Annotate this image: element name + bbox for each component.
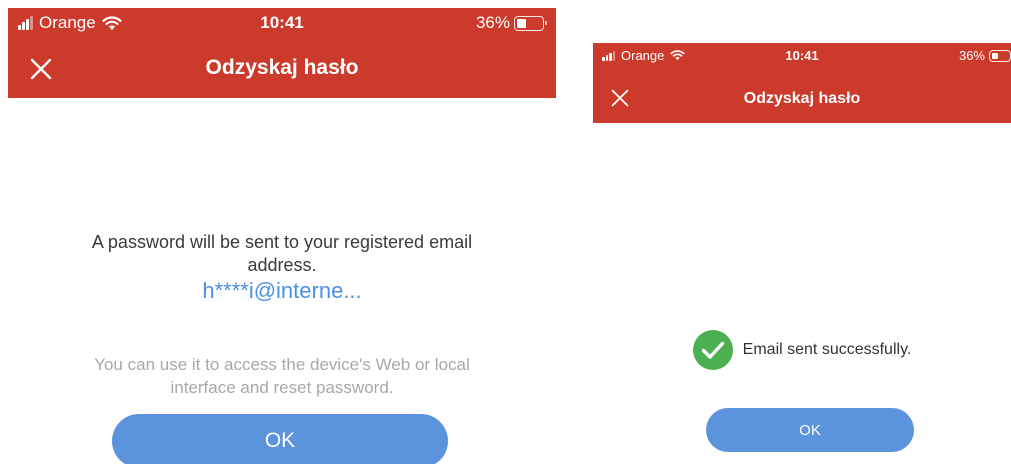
ok-button[interactable]: OK (112, 414, 448, 464)
page-title: Odzyskaj hasło (743, 90, 861, 107)
battery-group: 36% (475, 13, 547, 33)
page-title: Odzyskaj hasło (205, 56, 359, 79)
app-header: Orange 10:41 36% Odzyskaj hasło (593, 43, 1011, 123)
nav-bar: Odzyskaj hasło (8, 48, 556, 88)
battery-icon (989, 49, 1011, 62)
recover-password-screen: Orange 10:41 36% Odzyskaj hasło A passwo… (8, 8, 556, 464)
instruction-text: A password will be sent to your register… (8, 231, 556, 277)
masked-email: h****i@interne... (202, 278, 362, 303)
success-text: Email sent successfully. (742, 341, 912, 358)
close-icon[interactable] (611, 89, 629, 107)
status-time: 10:41 (260, 13, 304, 32)
screenshot-canvas: Orange 10:41 36% Odzyskaj hasło A passwo… (0, 0, 1011, 464)
close-icon[interactable] (30, 58, 52, 80)
instruction-text-content: A password will be sent to your register… (91, 232, 473, 275)
nav-bar: Odzyskaj hasło (593, 81, 1011, 117)
battery-percent: 36% (475, 13, 510, 32)
app-header: Orange 10:41 36% Odzyskaj hasło (8, 8, 556, 98)
battery-percent: 36% (958, 48, 985, 63)
email-sent-screen: Orange 10:41 36% Odzyskaj hasło Email se… (593, 43, 1011, 464)
success-message: Email sent successfully. (593, 330, 1011, 370)
hint-text: You can use it to access the device's We… (8, 353, 556, 399)
battery-fill (517, 18, 526, 28)
ok-button[interactable]: OK (706, 408, 914, 452)
status-bar: Orange 10:41 36% (8, 8, 556, 36)
status-bar: Orange 10:41 36% (593, 43, 1011, 67)
battery-icon (514, 15, 547, 31)
battery-group: 36% (959, 48, 1011, 63)
check-circle-icon (692, 330, 733, 370)
battery-fill (992, 52, 998, 59)
hint-text-content: You can use it to access the device's We… (94, 355, 470, 397)
status-time: 10:41 (785, 48, 819, 63)
